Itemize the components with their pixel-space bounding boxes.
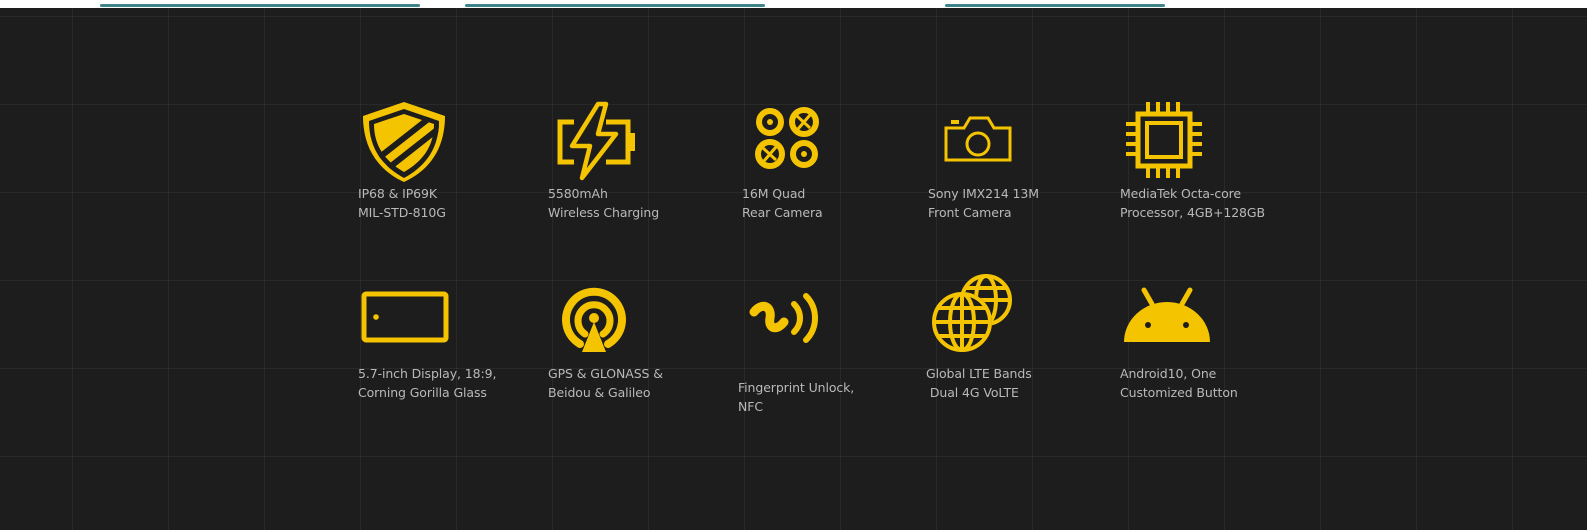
globe-lte-icon <box>932 274 1012 352</box>
battery-charging-icon <box>557 101 635 181</box>
nfc-icon <box>749 293 818 343</box>
android-icon <box>1124 287 1210 342</box>
feature-display: 5.7-inch Display, 18:9, Corning Gorilla … <box>356 278 556 402</box>
feature-processor: MediaTek Octa-core Processor, 4GB+128GB <box>1118 98 1318 222</box>
gps-icon <box>562 287 626 352</box>
feature-line-2: Customized Button <box>1120 385 1238 400</box>
feature-line-1: 5580mAh <box>548 186 608 201</box>
feature-waterproof: IP68 & IP69K MIL-STD-810G <box>356 98 556 222</box>
feature-line-1: MediaTek Octa-core <box>1120 186 1242 201</box>
feature-lte: Global LTE Bands Dual 4G VoLTE <box>924 270 1124 402</box>
feature-line-2: Wireless Charging <box>548 205 660 220</box>
feature-line-1: Fingerprint Unlock, <box>738 380 855 395</box>
feature-line-1: Sony IMX214 13M <box>928 186 1039 201</box>
feature-line-2: MIL-STD-810G <box>358 205 446 220</box>
feature-line-1: 16M Quad <box>742 186 806 201</box>
feature-gps: GPS & GLONASS & Beidou & Galileo <box>546 278 746 402</box>
top-image-strip <box>0 0 1587 8</box>
feature-line-2: Corning Gorilla Glass <box>358 385 487 400</box>
processor-chip-icon <box>1126 102 1202 178</box>
page-background <box>0 8 1587 530</box>
feature-line-1: IP68 & IP69K <box>358 186 437 201</box>
background-grid <box>0 8 1587 530</box>
feature-line-2: Dual 4G VoLTE <box>926 385 1019 400</box>
feature-line-2: Rear Camera <box>742 205 823 220</box>
feature-rear-camera: 16M Quad Rear Camera <box>740 98 940 222</box>
feature-line-1: 5.7-inch Display, 18:9, <box>358 366 497 381</box>
feature-line-2: Front Camera <box>928 205 1012 220</box>
feature-line-2: NFC <box>738 399 763 414</box>
feature-line-1: Global LTE Bands <box>926 366 1032 381</box>
feature-line-1: Android10, One <box>1120 366 1217 381</box>
feature-front-camera: Sony IMX214 13M Front Camera <box>926 98 1126 222</box>
feature-line-2: Processor, 4GB+128GB <box>1120 205 1265 220</box>
camera-icon <box>944 116 1012 162</box>
display-icon <box>361 291 449 343</box>
feature-line-2: Beidou & Galileo <box>548 385 651 400</box>
feature-android: Android10, One Customized Button <box>1118 278 1318 402</box>
feature-nfc: Fingerprint Unlock, NFC <box>736 278 936 416</box>
quad-camera-icon <box>755 107 819 169</box>
shield-icon <box>363 102 445 182</box>
feature-battery: 5580mAh Wireless Charging <box>546 98 746 222</box>
feature-line-1: GPS & GLONASS & <box>548 366 663 381</box>
